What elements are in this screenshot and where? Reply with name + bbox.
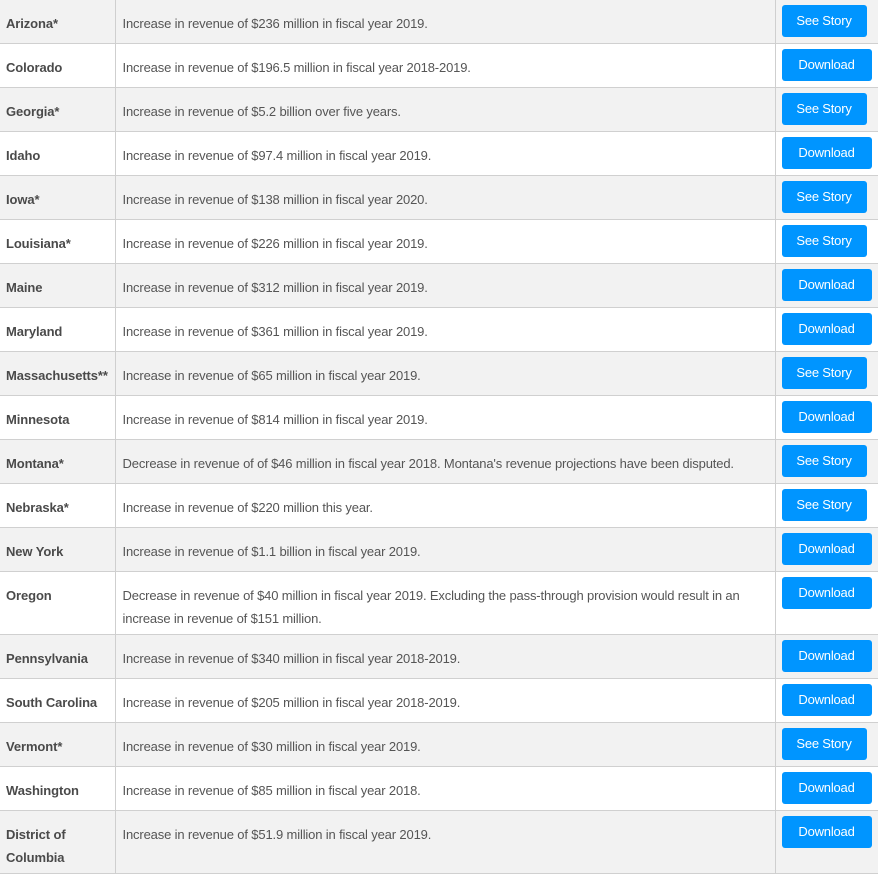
revenue-description: Increase in revenue of $5.2 billion over… (115, 87, 776, 132)
see-story-button[interactable]: See Story (781, 93, 867, 125)
download-button[interactable]: Download (781, 137, 872, 169)
see-story-button[interactable]: See Story (781, 445, 867, 477)
table-row: Minnesota Increase in revenue of $814 mi… (0, 395, 878, 440)
table-row: Idaho Increase in revenue of $97.4 milli… (0, 131, 878, 176)
action-cell: See Story (775, 176, 878, 220)
download-button[interactable]: Download (781, 49, 872, 81)
table-row: Nebraska* Increase in revenue of $220 mi… (0, 483, 878, 528)
table-row: Maine Increase in revenue of $312 millio… (0, 263, 878, 308)
state-name: Washington (0, 766, 116, 811)
table-row: Maryland Increase in revenue of $361 mil… (0, 307, 878, 352)
state-revenue-table: Arizona* Increase in revenue of $236 mil… (0, 0, 878, 874)
revenue-description: Increase in revenue of $205 million in f… (115, 678, 776, 723)
see-story-button[interactable]: See Story (781, 181, 867, 213)
state-name: Vermont* (0, 722, 116, 767)
revenue-description: Increase in revenue of $138 million in f… (115, 175, 776, 220)
table-row: Massachusetts** Increase in revenue of $… (0, 351, 878, 396)
action-cell: Download (775, 132, 878, 176)
see-story-button[interactable]: See Story (781, 225, 867, 257)
download-button[interactable]: Download (781, 772, 872, 804)
table-body: Arizona* Increase in revenue of $236 mil… (0, 0, 878, 874)
state-name: Iowa* (0, 175, 116, 220)
revenue-description: Increase in revenue of $65 million in fi… (115, 351, 776, 396)
action-cell: Download (775, 635, 878, 679)
revenue-description: Increase in revenue of $220 million this… (115, 483, 776, 528)
table-row: Colorado Increase in revenue of $196.5 m… (0, 43, 878, 88)
action-cell: See Story (775, 220, 878, 264)
action-cell: Download (775, 679, 878, 723)
table-row: Louisiana* Increase in revenue of $226 m… (0, 219, 878, 264)
state-name: Maine (0, 263, 116, 308)
state-name: Oregon (0, 571, 116, 635)
state-name: Massachusetts** (0, 351, 116, 396)
state-name: Idaho (0, 131, 116, 176)
action-cell: See Story (775, 440, 878, 484)
revenue-description: Decrease in revenue of of $46 million in… (115, 439, 776, 484)
table-row: Montana* Decrease in revenue of of $46 m… (0, 439, 878, 484)
see-story-button[interactable]: See Story (781, 489, 867, 521)
action-cell: Download (775, 572, 878, 635)
table-row: South Carolina Increase in revenue of $2… (0, 678, 878, 723)
download-button[interactable]: Download (781, 640, 872, 672)
action-cell: See Story (775, 484, 878, 528)
action-cell: See Story (775, 88, 878, 132)
see-story-button[interactable]: See Story (781, 357, 867, 389)
revenue-description: Increase in revenue of $312 million in f… (115, 263, 776, 308)
revenue-description: Decrease in revenue of $40 million in fi… (115, 571, 776, 635)
state-name: District of Columbia (0, 810, 116, 874)
see-story-button[interactable]: See Story (781, 728, 867, 760)
revenue-description: Increase in revenue of $814 million in f… (115, 395, 776, 440)
table-row: Vermont* Increase in revenue of $30 mill… (0, 722, 878, 767)
table-row: Georgia* Increase in revenue of $5.2 bil… (0, 87, 878, 132)
state-name: Pennsylvania (0, 634, 116, 679)
state-name: Arizona* (0, 0, 116, 44)
action-cell: See Story (775, 352, 878, 396)
revenue-description: Increase in revenue of $97.4 million in … (115, 131, 776, 176)
state-name: Montana* (0, 439, 116, 484)
action-cell: Download (775, 811, 878, 874)
table-row: District of Columbia Increase in revenue… (0, 810, 878, 874)
table-row: New York Increase in revenue of $1.1 bil… (0, 527, 878, 572)
download-button[interactable]: Download (781, 533, 872, 565)
download-button[interactable]: Download (781, 577, 872, 609)
download-button[interactable]: Download (781, 269, 872, 301)
state-name: South Carolina (0, 678, 116, 723)
table-row: Arizona* Increase in revenue of $236 mil… (0, 0, 878, 44)
revenue-description: Increase in revenue of $196.5 million in… (115, 43, 776, 88)
action-cell: See Story (775, 0, 878, 44)
revenue-description: Increase in revenue of $226 million in f… (115, 219, 776, 264)
revenue-description: Increase in revenue of $30 million in fi… (115, 722, 776, 767)
state-name: Colorado (0, 43, 116, 88)
action-cell: See Story (775, 723, 878, 767)
download-button[interactable]: Download (781, 816, 872, 848)
state-name: Louisiana* (0, 219, 116, 264)
action-cell: Download (775, 528, 878, 572)
download-button[interactable]: Download (781, 684, 872, 716)
state-name: Nebraska* (0, 483, 116, 528)
revenue-description: Increase in revenue of $361 million in f… (115, 307, 776, 352)
download-button[interactable]: Download (781, 401, 872, 433)
action-cell: Download (775, 264, 878, 308)
state-name: Maryland (0, 307, 116, 352)
table-row: Oregon Decrease in revenue of $40 millio… (0, 571, 878, 635)
see-story-button[interactable]: See Story (781, 5, 867, 37)
action-cell: Download (775, 308, 878, 352)
table-row: Pennsylvania Increase in revenue of $340… (0, 634, 878, 679)
state-name: New York (0, 527, 116, 572)
action-cell: Download (775, 44, 878, 88)
download-button[interactable]: Download (781, 313, 872, 345)
action-cell: Download (775, 396, 878, 440)
state-name: Georgia* (0, 87, 116, 132)
table-row: Iowa* Increase in revenue of $138 millio… (0, 175, 878, 220)
revenue-description: Increase in revenue of $1.1 billion in f… (115, 527, 776, 572)
revenue-description: Increase in revenue of $85 million in fi… (115, 766, 776, 811)
action-cell: Download (775, 767, 878, 811)
revenue-description: Increase in revenue of $236 million in f… (115, 0, 776, 44)
table-row: Washington Increase in revenue of $85 mi… (0, 766, 878, 811)
revenue-description: Increase in revenue of $51.9 million in … (115, 810, 776, 874)
revenue-description: Increase in revenue of $340 million in f… (115, 634, 776, 679)
state-name: Minnesota (0, 395, 116, 440)
